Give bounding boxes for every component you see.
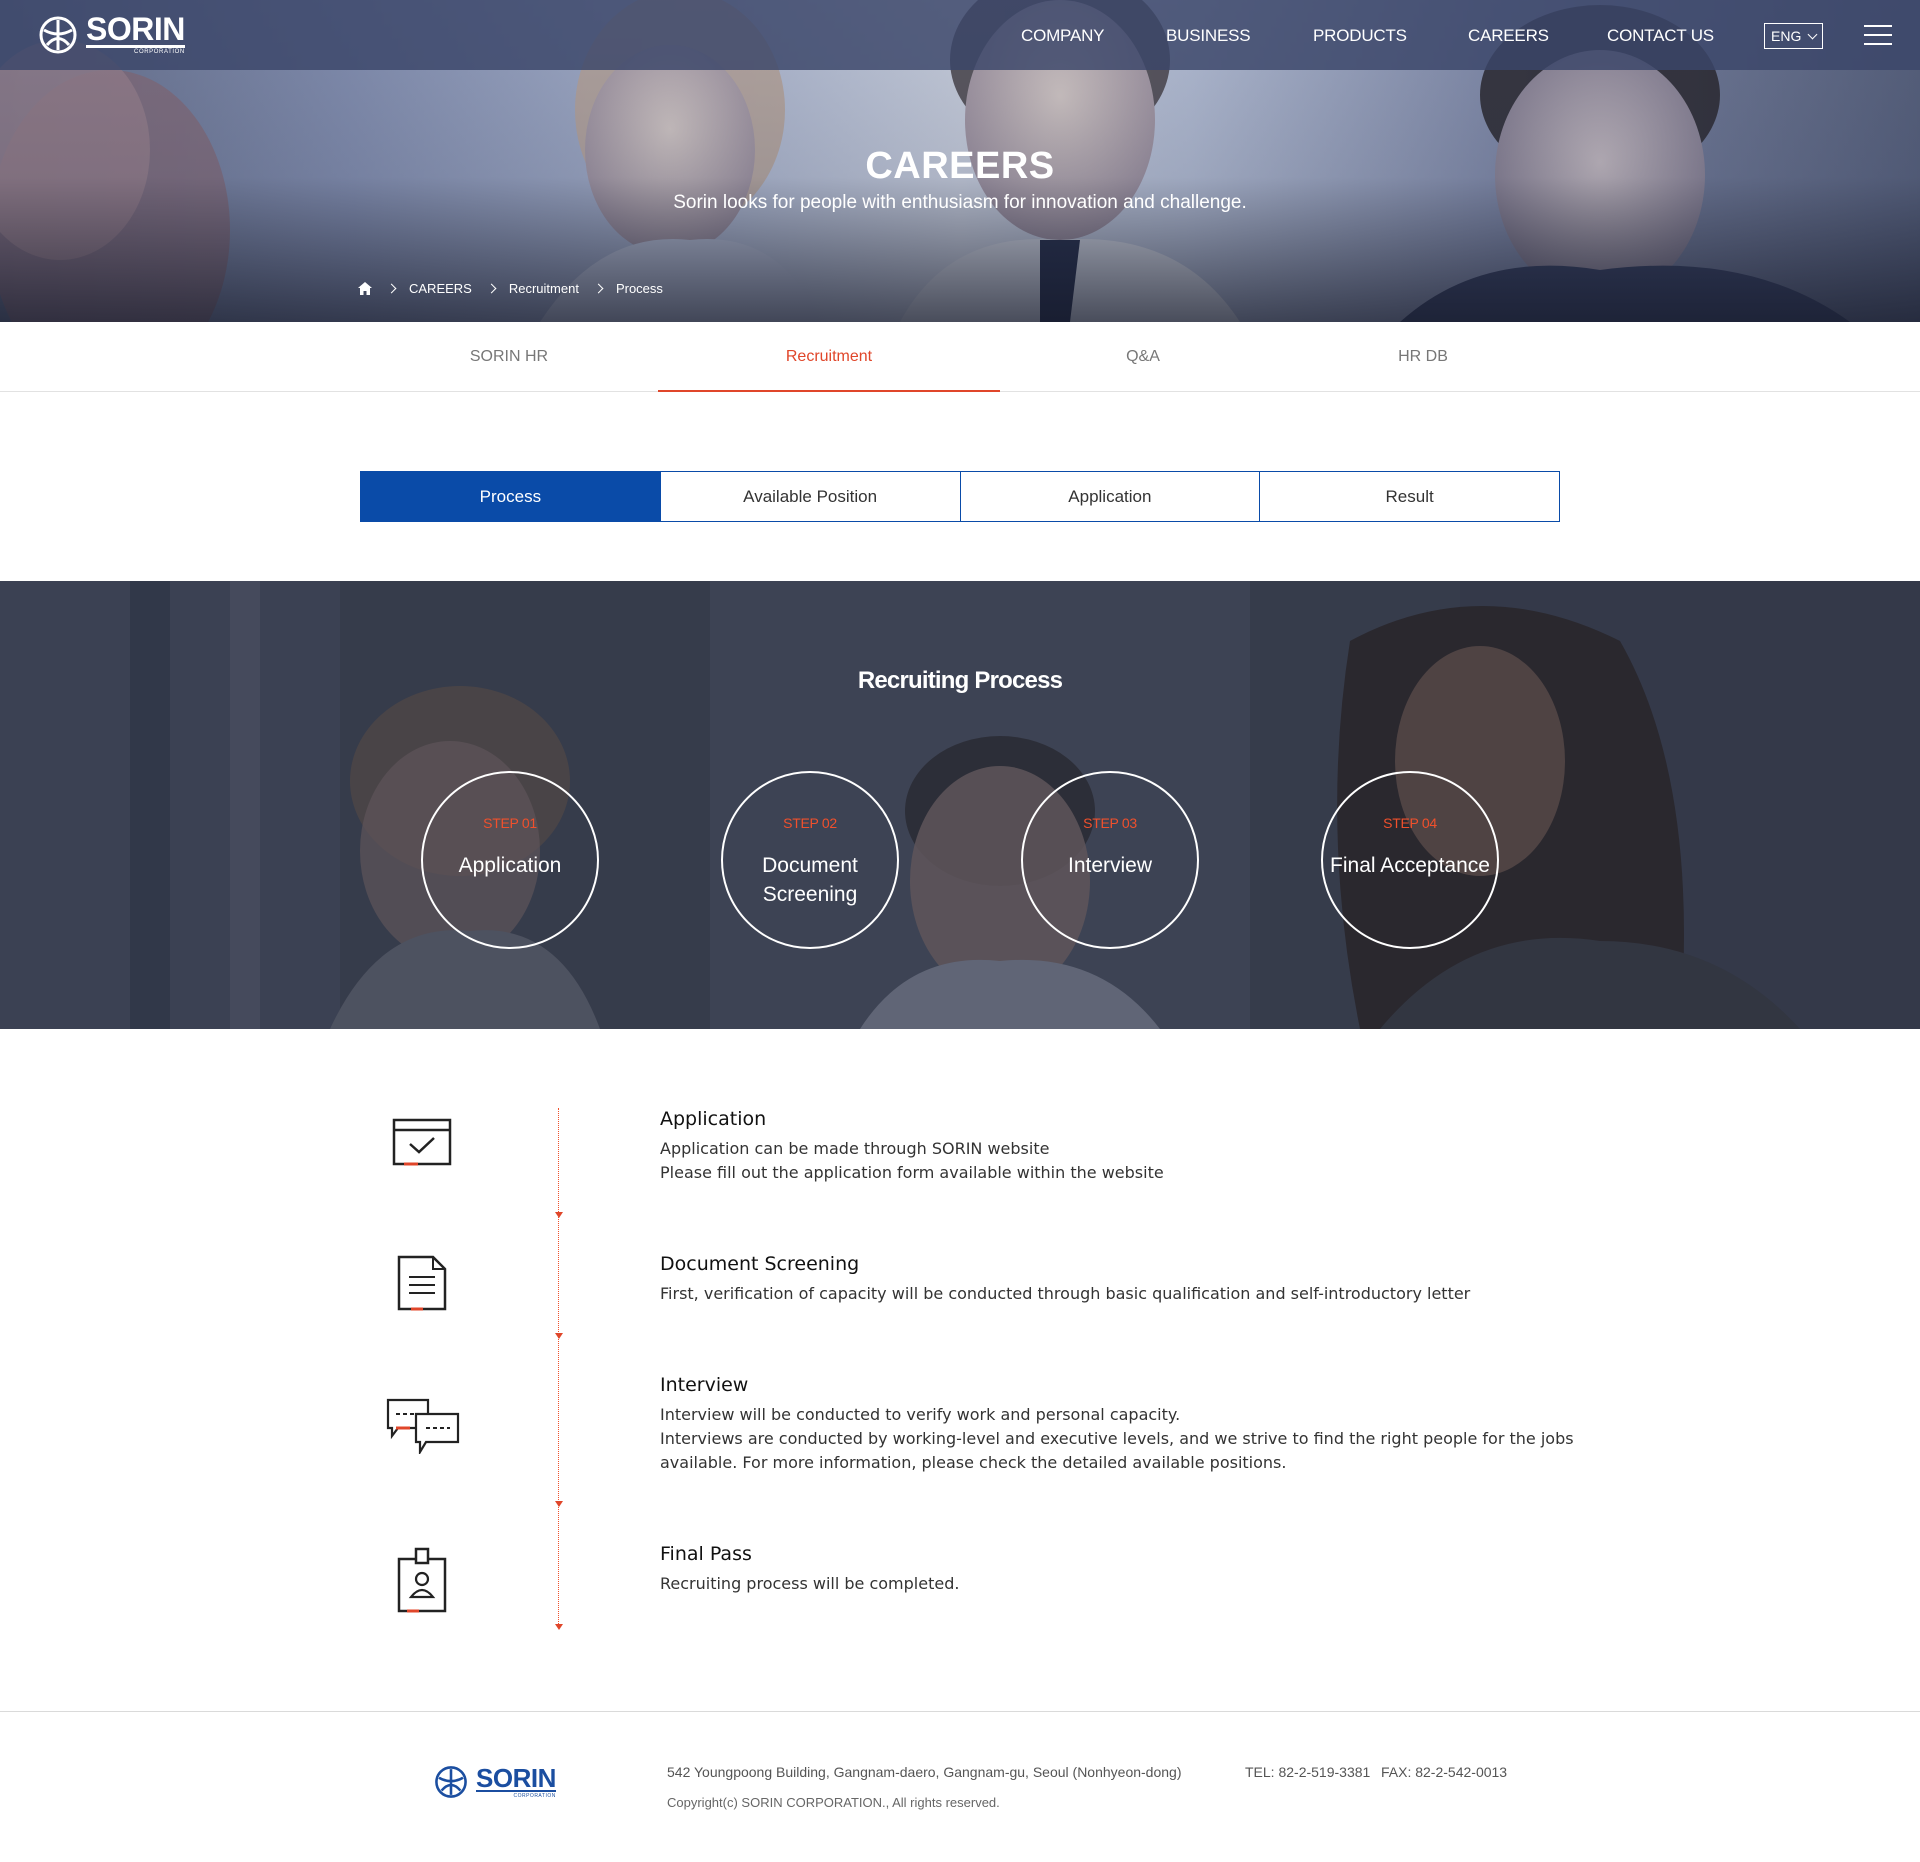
tab-qa[interactable]: Q&A xyxy=(1093,322,1193,392)
process-timeline xyxy=(558,1108,559,1628)
detail-line: First, verification of capacity will be … xyxy=(660,1284,1471,1303)
breadcrumb-recruitment[interactable]: Recruitment xyxy=(509,281,579,296)
tab-recruitment[interactable]: Recruitment xyxy=(658,322,1000,392)
footer: SORIN CORPORATION 542 Youngpoong Buildin… xyxy=(0,1711,1920,1862)
step-name: Application xyxy=(423,851,597,880)
detail-title: Interview xyxy=(660,1374,749,1396)
page-title: CAREERS xyxy=(865,145,1055,187)
chevron-right-icon xyxy=(593,283,604,294)
hero-banner: SORIN CORPORATION COMPANY BUSINESS PRODU… xyxy=(0,0,1920,322)
chat-bubbles-icon xyxy=(386,1398,460,1454)
step-name-line: Application xyxy=(458,854,562,877)
page-subtitle: Sorin looks for people with enthusiasm f… xyxy=(673,192,1247,213)
detail-line: Interview will be conducted to verify wo… xyxy=(660,1405,1181,1424)
detail-title: Final Pass xyxy=(660,1543,752,1565)
nav-careers[interactable]: CAREERS xyxy=(1468,26,1549,46)
footer-copyright: Copyright(c) SORIN CORPORATION., All rig… xyxy=(667,1795,1000,1810)
top-navigation-bar: SORIN CORPORATION COMPANY BUSINESS PRODU… xyxy=(0,0,1920,70)
chevron-down-icon xyxy=(1807,29,1818,40)
detail-title: Application xyxy=(660,1108,767,1130)
arrow-down-icon xyxy=(555,1333,563,1339)
section-tabs: SORIN HR Recruitment Q&A HR DB xyxy=(0,322,1920,392)
pill-available-position[interactable]: Available Position xyxy=(659,472,960,521)
step-name-line: Document xyxy=(762,854,858,877)
nav-products[interactable]: PRODUCTS xyxy=(1313,26,1407,46)
detail-description: Interview will be conducted to verify wo… xyxy=(660,1403,1574,1475)
application-form-icon xyxy=(392,1118,452,1166)
step-name: Interview xyxy=(1023,851,1197,880)
pill-application[interactable]: Application xyxy=(959,472,1260,521)
step-name: Final Acceptance xyxy=(1323,851,1497,880)
banner-photo xyxy=(0,581,1920,1029)
hamburger-menu-icon[interactable] xyxy=(1864,25,1892,45)
pill-process[interactable]: Process xyxy=(361,472,660,521)
nav-business[interactable]: BUSINESS xyxy=(1166,26,1251,46)
document-icon xyxy=(397,1255,447,1311)
tab-sorin-hr[interactable]: SORIN HR xyxy=(439,322,579,392)
detail-title: Document Screening xyxy=(660,1253,860,1275)
detail-description: Recruiting process will be completed. xyxy=(660,1572,959,1596)
breadcrumb: CAREERS Recruitment Process xyxy=(358,281,663,296)
breadcrumb-process[interactable]: Process xyxy=(616,281,663,296)
arrow-down-icon xyxy=(555,1212,563,1218)
detail-description: Application can be made through SORIN we… xyxy=(660,1137,1164,1185)
logo-text: SORIN xyxy=(86,11,185,47)
footer-fax: FAX: 82-2-542-0013 xyxy=(1381,1764,1508,1780)
step-number: STEP 04 xyxy=(1383,815,1437,831)
footer-logo[interactable]: SORIN CORPORATION xyxy=(432,1764,556,1800)
footer-address: 542 Youngpoong Building, Gangnam-daero, … xyxy=(667,1764,1182,1780)
sorin-logo[interactable]: SORIN CORPORATION xyxy=(36,11,185,56)
sorin-logo-icon xyxy=(435,1766,467,1798)
id-badge-icon xyxy=(397,1547,447,1613)
step-name-line: Interview xyxy=(1067,854,1153,877)
pill-result[interactable]: Result xyxy=(1259,472,1559,521)
home-icon[interactable] xyxy=(358,282,372,295)
detail-line: Please fill out the application form ava… xyxy=(660,1163,1164,1182)
nav-contact-us[interactable]: CONTACT US xyxy=(1607,26,1714,46)
arrow-down-icon xyxy=(555,1624,563,1630)
step-number: STEP 01 xyxy=(483,815,537,831)
nav-company[interactable]: COMPANY xyxy=(1021,26,1104,46)
step-name-line: Final Acceptance xyxy=(1330,854,1490,877)
recruiting-process-banner: Recruiting Process STEP 01 Application S… xyxy=(0,581,1920,1029)
step-name: Document Screening xyxy=(723,851,897,909)
sorin-logo-icon xyxy=(39,16,77,54)
language-value: ENG xyxy=(1771,28,1802,44)
recruitment-subnav: Process Available Position Application R… xyxy=(360,471,1560,522)
footer-tel: TEL: 82-2-519-3381 xyxy=(1245,1764,1371,1780)
step-number: STEP 02 xyxy=(783,815,837,831)
step-circle-3: STEP 03 Interview xyxy=(1021,771,1199,949)
chevron-right-icon xyxy=(386,283,397,294)
arrow-down-icon xyxy=(555,1501,563,1507)
step-number: STEP 03 xyxy=(1083,815,1137,831)
step-circle-4: STEP 04 Final Acceptance xyxy=(1321,771,1499,949)
language-select[interactable]: ENG xyxy=(1764,23,1823,49)
step-name-line: Screening xyxy=(762,883,858,906)
detail-line: Application can be made through SORIN we… xyxy=(660,1139,1050,1158)
detail-line: Recruiting process will be completed. xyxy=(660,1574,960,1593)
step-circle-1: STEP 01 Application xyxy=(421,771,599,949)
chevron-right-icon xyxy=(486,283,497,294)
footer-logo-text: SORIN xyxy=(476,1762,556,1793)
detail-line: available. For more information, please … xyxy=(660,1453,1287,1472)
banner-title: Recruiting Process xyxy=(857,667,1063,694)
breadcrumb-careers[interactable]: CAREERS xyxy=(409,281,472,296)
tab-hr-db[interactable]: HR DB xyxy=(1373,322,1473,392)
step-circle-2: STEP 02 Document Screening xyxy=(721,771,899,949)
detail-description: First, verification of capacity will be … xyxy=(660,1282,1470,1306)
detail-line: Interviews are conducted by working-leve… xyxy=(660,1429,1574,1448)
